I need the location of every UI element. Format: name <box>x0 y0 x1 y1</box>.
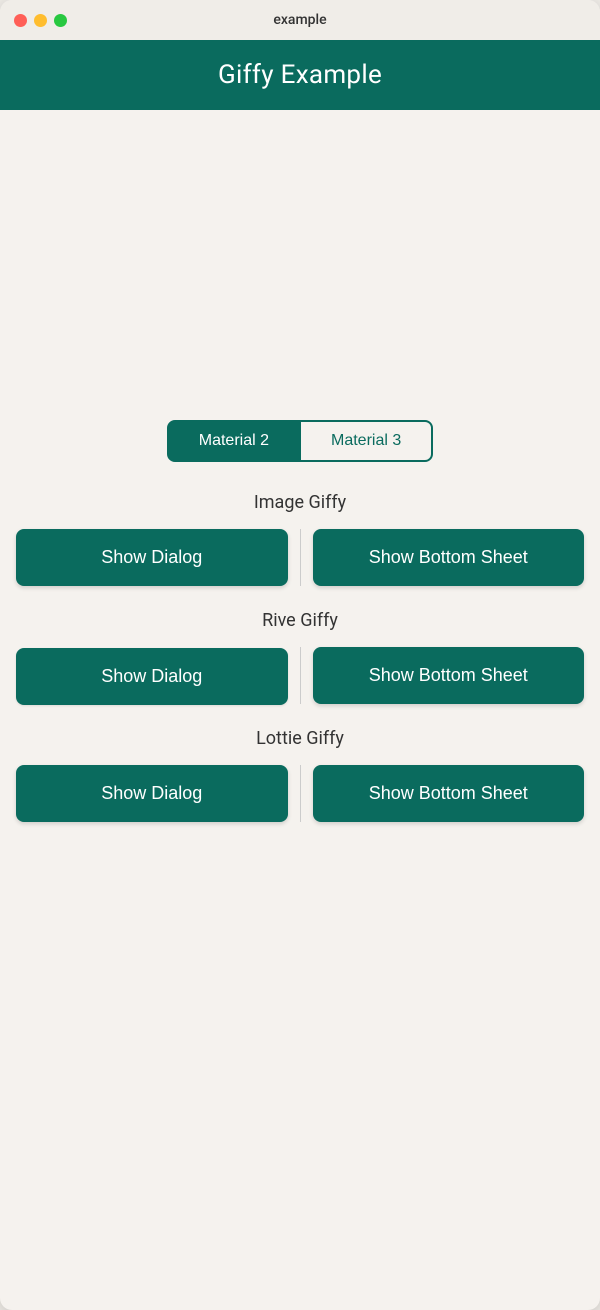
spacer <box>16 110 584 420</box>
window-title: example <box>273 12 326 28</box>
rive-giffy-show-bottom-sheet-button[interactable]: Show Bottom Sheet <box>313 647 585 704</box>
tabs-container: Material 2 Material 3 <box>167 420 434 462</box>
lottie-giffy-buttons: Show Dialog Show Bottom Sheet <box>16 765 584 822</box>
image-giffy-show-dialog-button[interactable]: Show Dialog <box>16 529 288 586</box>
tab-material3[interactable]: Material 3 <box>300 420 433 462</box>
maximize-icon[interactable] <box>54 14 67 27</box>
rive-giffy-bottomsheet-wrapper: Show Bottom Sheet <box>313 647 585 704</box>
rive-giffy-show-dialog-button[interactable]: Show Dialog <box>16 648 288 705</box>
tab-material2[interactable]: Material 2 <box>167 420 300 462</box>
lottie-giffy-title: Lottie Giffy <box>16 728 584 749</box>
app-header: Giffy Example <box>0 40 600 110</box>
lottie-giffy-bottomsheet-wrapper: Show Bottom Sheet <box>313 765 585 822</box>
image-giffy-show-bottom-sheet-button[interactable]: Show Bottom Sheet <box>313 529 585 586</box>
rive-giffy-title: Rive Giffy <box>16 610 584 631</box>
app-window: example Giffy Example Material 2 Materia… <box>0 0 600 1310</box>
image-giffy-dialog-wrapper: Show Dialog <box>16 529 288 586</box>
rive-giffy-buttons: Show Dialog Show Bottom Sheet <box>16 647 584 704</box>
image-giffy-bottomsheet-wrapper: Show Bottom Sheet <box>313 529 585 586</box>
lottie-giffy-dialog-wrapper: Show Dialog <box>16 765 288 822</box>
lottie-giffy-show-bottom-sheet-button[interactable]: Show Bottom Sheet <box>313 765 585 822</box>
app-body: Material 2 Material 3 Image Giffy Show D… <box>0 110 600 822</box>
lottie-giffy-section: Lottie Giffy Show Dialog Show Bottom She… <box>16 728 584 822</box>
image-giffy-title: Image Giffy <box>16 492 584 513</box>
image-giffy-buttons: Show Dialog Show Bottom Sheet <box>16 529 584 586</box>
lottie-giffy-divider <box>300 765 301 822</box>
close-icon[interactable] <box>14 14 27 27</box>
app-title: Giffy Example <box>16 60 584 90</box>
traffic-lights <box>14 14 67 27</box>
title-bar: example <box>0 0 600 40</box>
image-giffy-divider <box>300 529 301 586</box>
lottie-giffy-show-dialog-button[interactable]: Show Dialog <box>16 765 288 822</box>
rive-giffy-section: Rive Giffy Show Dialog Show Bottom Sheet <box>16 610 584 704</box>
minimize-icon[interactable] <box>34 14 47 27</box>
rive-giffy-divider <box>300 647 301 704</box>
image-giffy-section: Image Giffy Show Dialog Show Bottom Shee… <box>16 492 584 586</box>
rive-giffy-dialog-wrapper: Show Dialog <box>16 647 288 704</box>
